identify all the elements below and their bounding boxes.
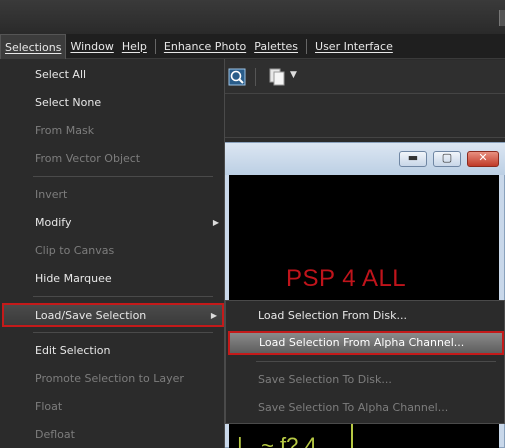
maximize-button[interactable]: ▢ [433, 151, 461, 167]
close-button[interactable]: ✕ [467, 151, 499, 167]
image-window-titlebar[interactable]: ▬ ▢ ✕ [223, 143, 505, 175]
canvas-line [351, 423, 353, 448]
menu-item-modify-label: Modify [35, 216, 72, 229]
menu-item-load-save-selection[interactable]: Load/Save Selection ▶ [2, 303, 224, 327]
menu-item-invert: Invert [35, 188, 68, 201]
toolbar-secondary [222, 94, 505, 138]
maximize-icon: ▢ [441, 151, 453, 164]
menubar-separator [154, 38, 156, 54]
load-save-submenu: Load Selection From Disk... Load Selecti… [225, 300, 505, 424]
menu-item-float: Float [35, 400, 63, 413]
menubar-separator [306, 38, 308, 54]
minimize-button[interactable]: ▬ [399, 151, 427, 167]
selections-menu: Select All Select None From Mask From Ve… [0, 59, 225, 448]
menu-item-edit-selection[interactable]: Edit Selection [0, 338, 224, 364]
menu-help[interactable]: Help [118, 34, 151, 59]
window-control-stub[interactable] [499, 10, 505, 26]
menu-item-modify[interactable]: Modify ▶ [0, 210, 224, 236]
menu-item-load-save-label: Load/Save Selection [35, 309, 147, 322]
submenu-item-load-from-alpha[interactable]: Load Selection From Alpha Channel... [228, 331, 504, 355]
canvas-partial-text: |_ ~ f? 4 [237, 433, 317, 448]
menu-item-from-vector-object: From Vector Object [35, 152, 141, 165]
submenu-divider [256, 361, 496, 362]
toolbar-divider [255, 68, 256, 86]
menu-item-promote-selection: Promote Selection to Layer [35, 372, 184, 385]
menu-divider [33, 296, 213, 297]
menu-user-interface[interactable]: User Interface [311, 34, 397, 59]
app-titlebar [0, 0, 505, 34]
submenu-arrow-icon: ▶ [212, 218, 219, 227]
menu-palettes[interactable]: Palettes [250, 34, 302, 59]
submenu-item-load-from-disk[interactable]: Load Selection From Disk... [226, 303, 504, 329]
menu-item-hide-marquee[interactable]: Hide Marquee [0, 266, 224, 292]
close-icon: ✕ [478, 151, 488, 164]
menu-divider [33, 332, 213, 333]
menu-item-select-all[interactable]: Select All [0, 62, 224, 88]
menu-item-defloat: Defloat [35, 428, 75, 441]
toolbar: ▼ [222, 60, 505, 94]
dropdown-caret-icon[interactable]: ▼ [290, 70, 297, 80]
submenu-arrow-icon: ▶ [210, 311, 217, 320]
menu-enhance-photo[interactable]: Enhance Photo [160, 34, 250, 59]
submenu-item-save-to-disk: Save Selection To Disk... [258, 373, 392, 386]
menu-item-from-mask: From Mask [35, 124, 95, 137]
menubar: Selections Window Help Enhance Photo Pal… [0, 33, 505, 59]
zoom-fit-icon[interactable] [228, 68, 246, 86]
menu-window[interactable]: Window [66, 34, 117, 59]
menu-selections[interactable]: Selections [0, 33, 67, 59]
menu-divider [33, 176, 213, 177]
menu-item-select-none[interactable]: Select None [0, 90, 224, 116]
minimize-icon: ▬ [407, 151, 419, 164]
document-icon[interactable] [268, 68, 286, 86]
submenu-item-save-to-alpha: Save Selection To Alpha Channel... [258, 401, 449, 414]
canvas-text: PSP 4 ALL [286, 265, 407, 292]
menu-item-clip-to-canvas: Clip to Canvas [35, 244, 115, 257]
